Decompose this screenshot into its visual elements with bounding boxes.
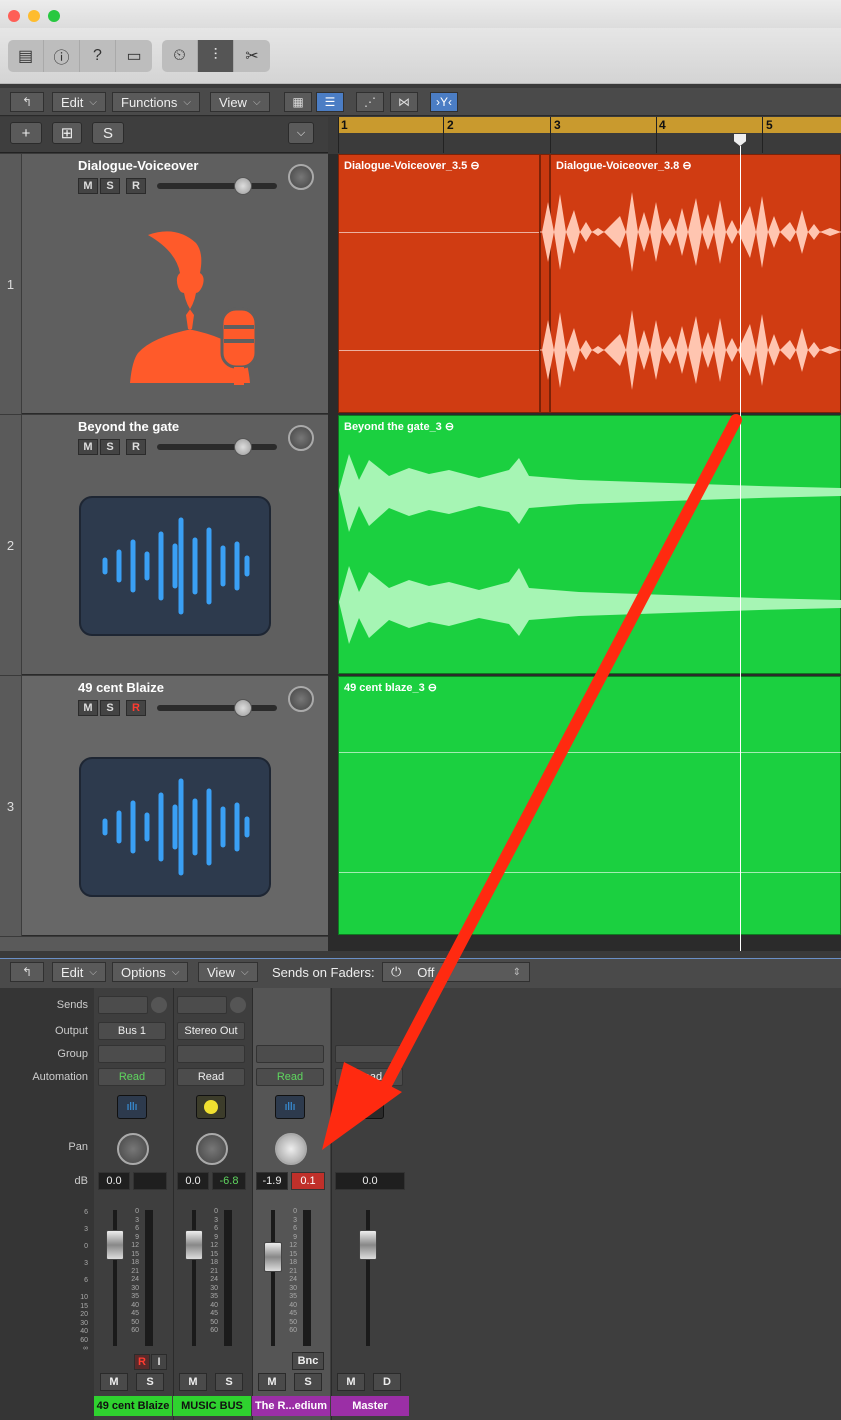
annotation-arrow: [322, 414, 742, 1150]
